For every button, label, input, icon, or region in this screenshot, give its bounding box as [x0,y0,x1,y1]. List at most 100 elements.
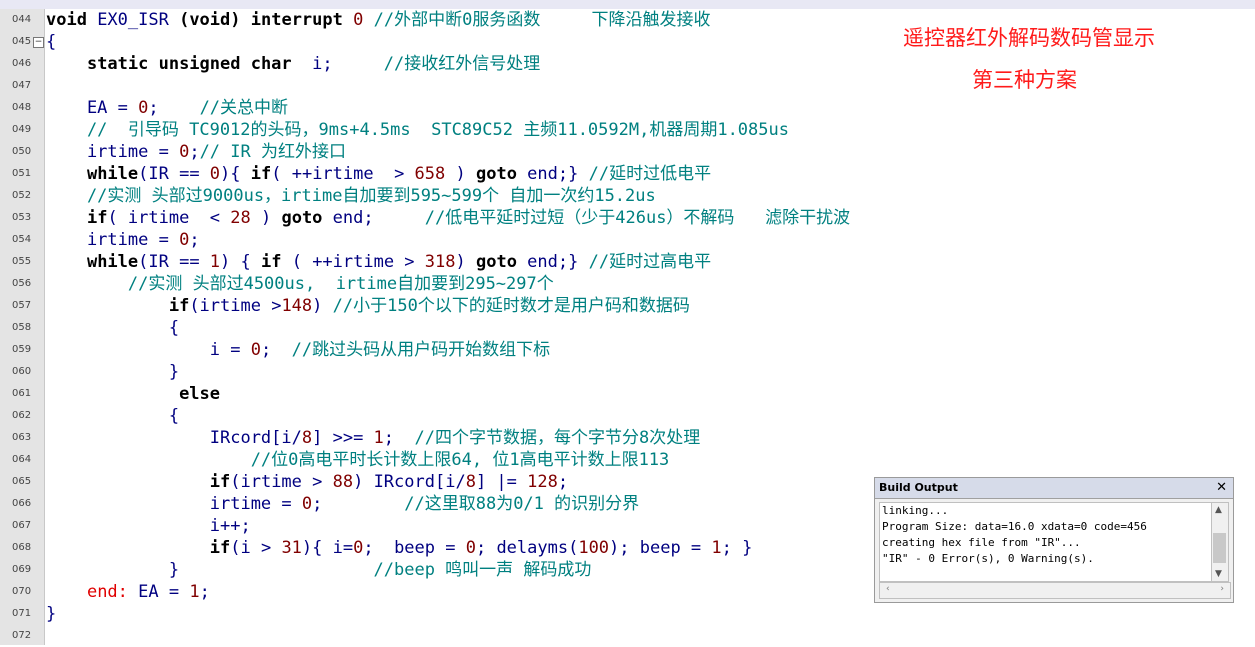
code-token: { [46,406,180,426]
scroll-right-icon[interactable]: › [1220,584,1224,594]
keyword-token: static unsigned char [86,54,292,74]
code-line[interactable]: 051 while(IR == 0){ if( ++irtime > 658 )… [0,163,1255,185]
number-token: 0 [179,230,190,250]
code-line[interactable]: 064 //位0高电平时长计数上限64, 位1高电平计数上限113 [0,449,1255,471]
code-line[interactable]: 053 if( irtime < 28 ) goto end; //低电平延时过… [0,207,1255,229]
code-token: i; [291,54,384,74]
number-token: 1 [209,252,221,272]
code-text: irtime = 0; [46,229,200,251]
comment-token: //低电平延时过短（少于426us）不解码 滤除干扰波 [424,208,851,228]
code-token: EA = [127,582,190,602]
line-number: 064 [12,454,32,465]
code-line[interactable]: 061 else [0,383,1255,405]
comment-token: //beep 鸣叫一声 解码成功 [373,560,592,580]
line-number: 048 [12,102,32,113]
line-number: 060 [12,366,32,377]
code-token: ){ i= [301,538,354,558]
code-line[interactable]: 056 //实测 头部过4500us, irtime自加要到295~297个 [0,273,1255,295]
number-token: 8 [465,472,476,492]
code-line[interactable]: 063 IRcord[i/8] >>= 1; //四个字节数据，每个字节分8次处… [0,427,1255,449]
line-number: 055 [12,256,32,267]
line-number: 067 [12,520,32,531]
code-text: i = 0; //跳过头码从用户码开始数组下标 [46,339,550,361]
scroll-thumb[interactable] [1213,533,1226,563]
keyword-token: if [209,538,231,558]
code-text: { [46,405,179,427]
build-output-panel: Build Output ✕ linking... Program Size: d… [874,477,1234,603]
number-token: 1 [711,538,722,558]
line-number: 066 [12,498,32,509]
editor-top-strip [0,0,1255,9]
code-line[interactable]: 054 irtime = 0; [0,229,1255,251]
keyword-token: (void) [179,10,241,30]
number-token: 0 [209,164,221,184]
number-token: 0 [138,98,149,118]
number-token: 0 [179,142,190,162]
code-line[interactable]: 071} [0,603,1255,625]
horizontal-scrollbar[interactable]: ‹ › [879,582,1231,599]
code-line[interactable]: 062 { [0,405,1255,427]
build-output-log[interactable]: linking... Program Size: data=16.0 xdata=… [879,502,1213,582]
keyword-token: if [250,164,272,184]
code-line[interactable]: 057 if(irtime >148) //小于150个以下的延时数才是用户码和… [0,295,1255,317]
code-token: EX0_ISR [86,10,180,30]
code-line[interactable]: 072 [0,625,1255,647]
comment-token: //实测 头部过4500us, irtime自加要到295~297个 [46,274,554,294]
annotation-subtitle: 第三种方案 [972,68,1077,92]
line-number: 062 [12,410,32,421]
code-line[interactable]: 049 // 引导码 TC9012的头码，9ms+4.5ms STC89C52 … [0,119,1255,141]
comment-token: //位0高电平时长计数上限64, 位1高电平计数上限113 [46,450,670,470]
number-token: 1 [373,428,384,448]
code-line[interactable]: 052 //实测 头部过9000us，irtime自加要到595~599个 自加… [0,185,1255,207]
number-token: 128 [527,472,558,492]
code-token: end;} [516,164,589,184]
code-token: ){ [220,164,251,184]
code-token: irtime = [46,494,302,514]
code-token: ] |= [475,472,528,492]
code-line[interactable]: 048 EA = 0; //关总中断 [0,97,1255,119]
code-token: (irtime > [230,472,333,492]
code-line[interactable]: 055 while(IR == 1) { if ( ++irtime > 318… [0,251,1255,273]
number-token: 31 [281,538,302,558]
keyword-token: while [86,164,139,184]
comment-token: //跳过头码从用户码开始数组下标 [291,340,551,360]
line-number: 070 [12,586,32,597]
line-number: 071 [12,608,32,619]
annotation-title: 遥控器红外解码数码管显示 [903,26,1155,50]
code-text: { [46,31,56,53]
keyword-token: if [209,472,231,492]
code-text: i++; [46,515,251,537]
number-token: 28 [230,208,251,228]
code-line[interactable]: 060 } [0,361,1255,383]
fold-toggle-icon[interactable]: − [33,37,44,48]
code-token: (IR == [138,252,210,272]
close-icon[interactable]: ✕ [1216,478,1227,498]
code-token: ) [312,296,333,316]
scroll-down-icon[interactable]: ▼ [1215,569,1222,579]
code-text: //实测 头部过4500us, irtime自加要到295~297个 [46,273,554,295]
code-line[interactable]: 050 irtime = 0;// IR 为红外接口 [0,141,1255,163]
code-line[interactable]: 059 i = 0; //跳过头码从用户码开始数组下标 [0,339,1255,361]
code-token: } [46,604,57,624]
scroll-up-icon[interactable]: ▲ [1215,505,1222,515]
code-token: IRcord[i/ [46,428,302,448]
comment-token: //接收红外信号处理 [383,54,541,74]
comment-token: //四个字节数据，每个字节分8次处理 [414,428,701,448]
number-token: 100 [578,538,610,558]
number-token: 0 [465,538,476,558]
code-line[interactable]: 058 { [0,317,1255,339]
code-token: (irtime > [189,296,282,316]
build-output-line: "IR" - 0 Error(s), 0 Warning(s). [882,552,1094,565]
vertical-scrollbar[interactable]: ▲ ▼ [1211,502,1229,582]
scroll-left-icon[interactable]: ‹ [886,584,890,594]
comment-token: //小于150个以下的延时数才是用户码和数据码 [332,296,690,316]
keyword-token: goto [281,208,323,228]
